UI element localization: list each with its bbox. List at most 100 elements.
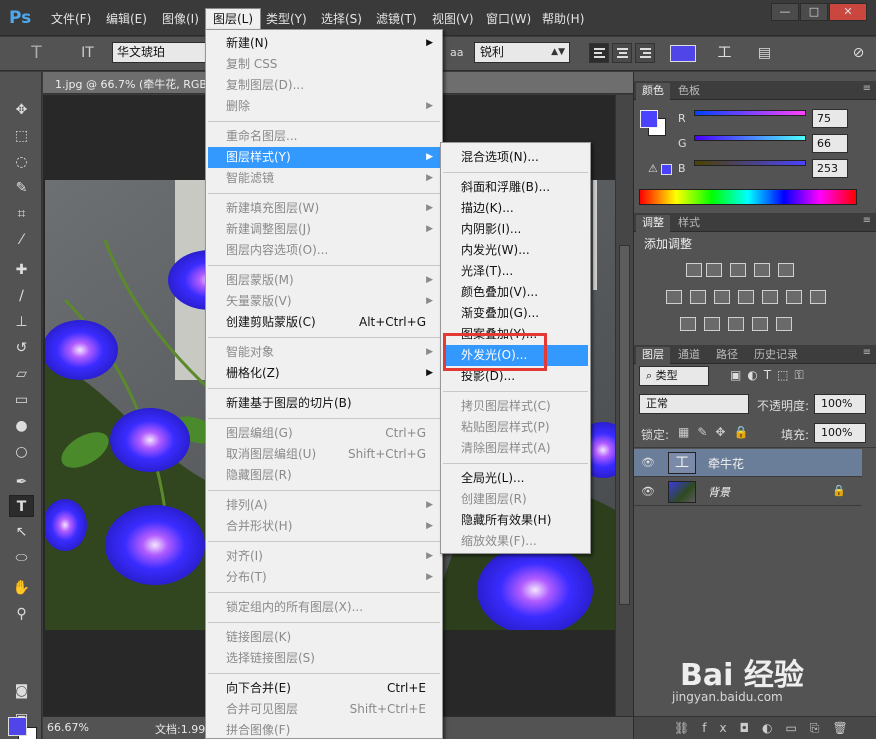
quick-mask-icon[interactable]: ◙ bbox=[9, 680, 34, 702]
b-slider[interactable] bbox=[694, 160, 806, 166]
panel-menu-icon[interactable]: ≡ bbox=[863, 347, 871, 358]
font-family-select[interactable]: 华文琥珀 bbox=[112, 42, 206, 63]
menu-item[interactable]: 拼合图像(F) bbox=[208, 720, 440, 739]
eraser-tool-icon[interactable]: ▱ bbox=[9, 363, 34, 385]
menu-item[interactable]: 链接图层(K) bbox=[208, 627, 440, 648]
tab-layers[interactable]: 图层 bbox=[636, 347, 670, 364]
adjustment-icon[interactable] bbox=[754, 263, 770, 277]
menu-item[interactable]: 合并形状(H) ▶ bbox=[208, 516, 440, 537]
menu-item[interactable]: 创建图层(R) bbox=[443, 489, 588, 510]
layer-bottom-icons[interactable]: ⛓fx◘◐▭⎘🗑 bbox=[634, 716, 876, 739]
menu-item[interactable]: 图层内容选项(O)... bbox=[208, 240, 440, 261]
menu-item[interactable]: 对齐(I) ▶ bbox=[208, 546, 440, 567]
menu-item[interactable]: 栅格化(Z) ▶ bbox=[208, 363, 440, 384]
menu-item[interactable]: 图层编组(G) Ctrl+G bbox=[208, 423, 440, 444]
menu-item[interactable]: 颜色叠加(V)... bbox=[443, 282, 588, 303]
eyedropper-tool-icon[interactable]: ⁄ bbox=[9, 229, 34, 251]
crop-tool-icon[interactable]: ⌗ bbox=[9, 203, 34, 225]
r-slider[interactable] bbox=[694, 110, 806, 116]
fill-input[interactable]: 100% bbox=[814, 423, 866, 443]
opacity-input[interactable]: 100% bbox=[814, 394, 866, 414]
move-tool-icon[interactable]: ✥ bbox=[9, 99, 34, 121]
document-info[interactable]: 文档:1.99 bbox=[155, 721, 205, 737]
tab-adjustments[interactable]: 调整 bbox=[636, 215, 670, 232]
adjustment-icon[interactable] bbox=[706, 263, 722, 277]
adjustment-icon[interactable] bbox=[666, 290, 682, 304]
color-spectrum[interactable] bbox=[639, 189, 857, 205]
menu-help[interactable]: 帮助(H) bbox=[535, 9, 591, 29]
menu-item[interactable]: 内发光(W)... bbox=[443, 240, 588, 261]
menu-item[interactable]: 斜面和浮雕(B)... bbox=[443, 177, 588, 198]
menu-item[interactable]: 描边(K)... bbox=[443, 198, 588, 219]
adjustment-icon[interactable] bbox=[738, 290, 754, 304]
dodge-tool-icon[interactable]: ○ bbox=[9, 441, 34, 463]
lock-icons[interactable]: ▦✎✥🔒 bbox=[678, 425, 756, 439]
minimize-button[interactable]: — bbox=[771, 3, 799, 21]
adjustment-icon[interactable] bbox=[680, 317, 696, 331]
menu-item[interactable]: 锁定组内的所有图层(X)... bbox=[208, 597, 440, 618]
character-panel-icon[interactable]: ▤ bbox=[752, 42, 777, 64]
menu-item[interactable]: 选择链接图层(S) bbox=[208, 648, 440, 669]
menu-item[interactable]: 新建基于图层的切片(B) bbox=[208, 393, 440, 414]
menu-item[interactable]: 合并可见图层 Shift+Ctrl+E bbox=[208, 699, 440, 720]
zoom-tool-icon[interactable]: ⚲ bbox=[9, 603, 34, 625]
vertical-scrollbar[interactable] bbox=[615, 95, 633, 716]
warp-text-icon[interactable]: 工 bbox=[712, 42, 737, 64]
hand-tool-icon[interactable]: ✋ bbox=[9, 577, 34, 599]
adjustment-icon[interactable] bbox=[752, 317, 768, 331]
menu-item[interactable]: 向下合并(E) Ctrl+E bbox=[208, 678, 440, 699]
menu-item[interactable]: 隐藏所有效果(H) bbox=[443, 510, 588, 531]
menu-item[interactable]: 新建填充图层(W) ▶ bbox=[208, 198, 440, 219]
eye-icon[interactable]: 👁 bbox=[641, 485, 655, 498]
menu-item[interactable]: 缩放效果(F)... bbox=[443, 531, 588, 552]
maximize-button[interactable]: □ bbox=[800, 3, 828, 21]
menu-item[interactable]: 图层蒙版(M) ▶ bbox=[208, 270, 440, 291]
zoom-level[interactable]: 66.67% bbox=[47, 721, 89, 734]
menu-item[interactable]: 内阴影(I)... bbox=[443, 219, 588, 240]
menu-image[interactable]: 图像(I) bbox=[155, 9, 206, 29]
menu-item[interactable]: 智能对象 ▶ bbox=[208, 342, 440, 363]
g-value[interactable]: 66 bbox=[812, 134, 848, 153]
menu-item[interactable]: 智能滤镜 ▶ bbox=[208, 168, 440, 189]
antialias-select[interactable]: 锐利 ▲▼ bbox=[474, 42, 570, 63]
menu-type[interactable]: 类型(Y) bbox=[259, 9, 314, 29]
r-value[interactable]: 75 bbox=[812, 109, 848, 128]
panel-menu-icon[interactable]: ≡ bbox=[863, 83, 871, 94]
menu-layer[interactable]: 图层(L) bbox=[205, 8, 262, 30]
align-center-button[interactable] bbox=[612, 43, 632, 63]
text-color-swatch[interactable] bbox=[670, 45, 696, 62]
quick-select-tool-icon[interactable]: ✎ bbox=[9, 177, 34, 199]
lasso-tool-icon[interactable]: ◌ bbox=[9, 151, 34, 173]
clone-stamp-tool-icon[interactable]: ⊥ bbox=[9, 311, 34, 333]
adjustment-icon[interactable] bbox=[762, 290, 778, 304]
shape-tool-icon[interactable]: ⬭ bbox=[9, 547, 34, 569]
scrollbar-thumb[interactable] bbox=[619, 245, 630, 605]
align-right-button[interactable] bbox=[635, 43, 655, 63]
menu-item[interactable]: 全局光(L)... bbox=[443, 468, 588, 489]
cancel-icon[interactable]: ⊘ bbox=[846, 42, 871, 64]
adjustment-icon[interactable] bbox=[690, 290, 706, 304]
adjustment-icon[interactable] bbox=[714, 290, 730, 304]
layer-filter-select[interactable]: ⌕ 类型 bbox=[639, 366, 709, 386]
layer-row-background[interactable]: 👁 背景 🔒 bbox=[634, 478, 862, 506]
type-tool-preset-icon[interactable]: T bbox=[24, 42, 49, 64]
menu-item[interactable]: 粘贴图层样式(P) bbox=[443, 417, 588, 438]
adjustment-icon[interactable] bbox=[704, 317, 720, 331]
marquee-tool-icon[interactable]: ⬚ bbox=[9, 125, 34, 147]
align-left-button[interactable] bbox=[589, 43, 609, 63]
menu-window[interactable]: 窗口(W) bbox=[479, 9, 538, 29]
menu-item[interactable]: 图层样式(Y) ▶ bbox=[208, 147, 440, 168]
menu-edit[interactable]: 编辑(E) bbox=[99, 9, 154, 29]
menu-item[interactable]: 矢量蒙版(V) ▶ bbox=[208, 291, 440, 312]
menu-filter[interactable]: 滤镜(T) bbox=[369, 9, 424, 29]
gradient-tool-icon[interactable]: ▭ bbox=[9, 389, 34, 411]
pen-tool-icon[interactable]: ✒ bbox=[9, 471, 34, 493]
layer-row-text[interactable]: 👁 工 牵牛花 bbox=[634, 449, 862, 477]
panel-menu-icon[interactable]: ≡ bbox=[863, 215, 871, 226]
menu-view[interactable]: 视图(V) bbox=[425, 9, 481, 29]
adjustment-icon[interactable] bbox=[730, 263, 746, 277]
color-fg-swatch[interactable] bbox=[640, 110, 658, 128]
adjustment-icon[interactable] bbox=[786, 290, 802, 304]
adjustment-icon[interactable] bbox=[686, 263, 702, 277]
layer-filter-icons[interactable]: ▣◐T⬚⚿ bbox=[730, 368, 810, 383]
